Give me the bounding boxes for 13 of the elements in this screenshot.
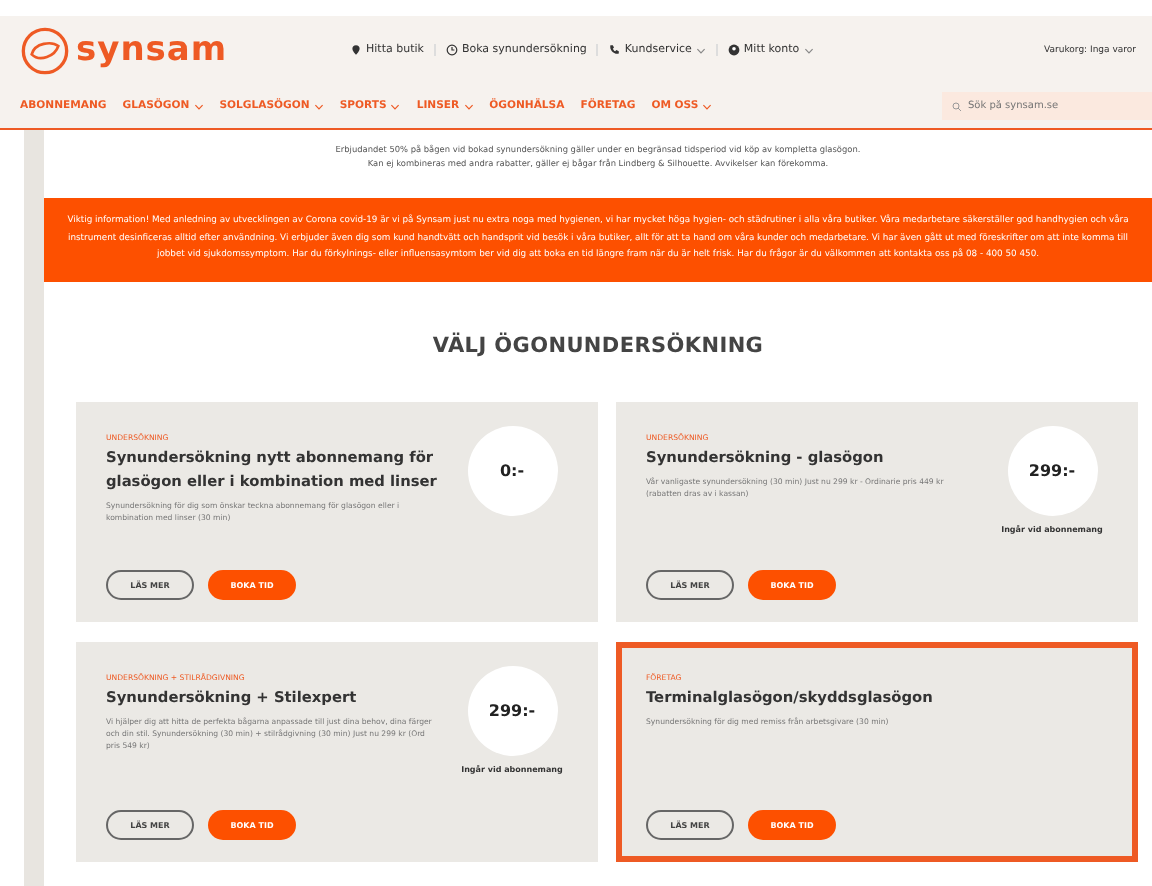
clock-icon <box>445 44 458 56</box>
pin-icon <box>350 44 362 56</box>
logo-text[interactable]: synsam <box>76 30 228 70</box>
user-icon <box>727 44 740 56</box>
section-heading: VÄLJ ÖGONUNDERSÖKNING <box>430 333 766 357</box>
price-badge: 0:- <box>467 425 557 515</box>
search-icon <box>952 101 962 111</box>
exam-card[interactable] <box>76 401 598 621</box>
logo-icon[interactable] <box>20 25 70 75</box>
price-badge: 299:- <box>467 665 557 755</box>
exam-card[interactable] <box>76 641 598 861</box>
phone-icon <box>608 44 621 56</box>
price-badge: 299:- <box>1007 425 1097 515</box>
